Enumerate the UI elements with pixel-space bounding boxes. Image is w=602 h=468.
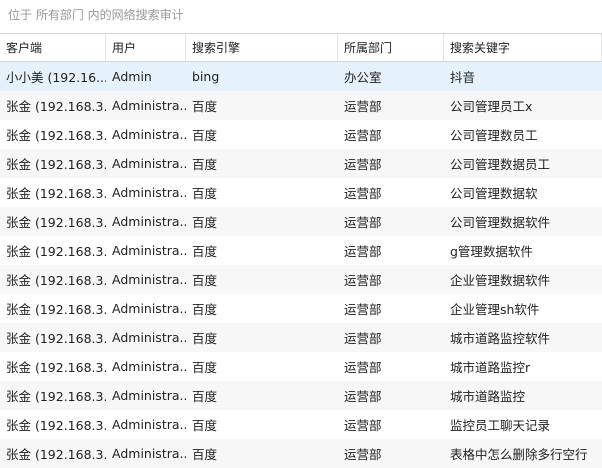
table-row[interactable]: 张金 (192.168.3... Administra... 百度 运营部 城市道路监控 [0, 381, 602, 410]
cell-search-engine: 百度 [192, 389, 218, 404]
cell-client: 张金 (192.168.3... [6, 302, 106, 317]
cell-keyword: 城市道路监控 [450, 389, 526, 404]
cell-department: 运营部 [344, 215, 382, 230]
cell-keyword: 公司管理员工x [450, 99, 533, 114]
cell-client: 张金 (192.168.3... [6, 157, 106, 172]
cell-department: 运营部 [344, 128, 382, 143]
cell-user: Administra... [112, 156, 186, 171]
cell-keyword: 抖音 [450, 70, 476, 85]
table-row[interactable]: 张金 (192.168.3... Administra... 百度 运营部 城市道路监控… [0, 352, 602, 381]
cell-search-engine: bing [192, 69, 220, 84]
cell-client: 张金 (192.168.3... [6, 99, 106, 114]
table-row[interactable]: 张金 (192.168.3... Administra... 百度 运营部 公司管理数据… [0, 178, 602, 207]
cell-user: Administra... [112, 388, 186, 403]
table-row[interactable]: 张金 (192.168.3... Administra... 百度 运营部 监控员工聊天… [0, 410, 602, 439]
cell-user: Administra... [112, 417, 186, 432]
cell-department: 运营部 [344, 360, 382, 375]
cell-user: Administra... [112, 446, 186, 461]
cell-search-engine: 百度 [192, 186, 218, 201]
cell-client: 张金 (192.168.3... [6, 360, 106, 375]
cell-keyword: 城市道路监控r [450, 360, 531, 375]
cell-client: 小小美 (192.16... [6, 70, 106, 85]
cell-user: Administra... [112, 98, 186, 113]
cell-search-engine: 百度 [192, 273, 218, 288]
cell-keyword: 城市道路监控软件 [450, 331, 551, 346]
cell-search-engine: 百度 [192, 360, 218, 375]
table-row[interactable]: 张金 (192.168.3... Administra... 百度 运营部 企业管理数据… [0, 265, 602, 294]
cell-search-engine: 百度 [192, 99, 218, 114]
search-audit-table: 客户端 用户 搜索引擎 所属部门 搜索关键字 小小美 (192.16... Adm… [0, 33, 602, 468]
location-breadcrumb: 位于 所有部门 内的网络搜索审计 [0, 0, 602, 32]
cell-department: 运营部 [344, 157, 382, 172]
cell-search-engine: 百度 [192, 128, 218, 143]
table-row[interactable]: 张金 (192.168.3... Administra... 百度 运营部 g管理数据软… [0, 236, 602, 265]
cell-keyword: 企业管理sh软件 [450, 302, 540, 317]
cell-keyword: 企业管理数据软件 [450, 273, 551, 288]
cell-department: 运营部 [344, 418, 382, 433]
cell-client: 张金 (192.168.3... [6, 331, 106, 346]
column-header-search-engine[interactable]: 搜索引擎 [186, 34, 338, 61]
cell-user: Administra... [112, 185, 186, 200]
cell-keyword: 公司管理数据软 [450, 186, 538, 201]
cell-keyword: 公司管理数据软件 [450, 215, 551, 230]
table-row[interactable]: 张金 (192.168.3... Administra... 百度 运营部 企业管理sh… [0, 294, 602, 323]
cell-department: 运营部 [344, 186, 382, 201]
cell-search-engine: 百度 [192, 215, 218, 230]
table-row[interactable]: 张金 (192.168.3... Administra... 百度 运营部 公司管理数据… [0, 149, 602, 178]
cell-client: 张金 (192.168.3... [6, 447, 106, 462]
cell-department: 运营部 [344, 273, 382, 288]
cell-department: 办公室 [344, 70, 382, 85]
cell-user: Administra... [112, 330, 186, 345]
cell-search-engine: 百度 [192, 331, 218, 346]
cell-client: 张金 (192.168.3... [6, 244, 106, 259]
column-header-keyword[interactable]: 搜索关键字 [444, 34, 602, 61]
column-header-department[interactable]: 所属部门 [338, 34, 444, 61]
cell-keyword: g管理数据软件 [450, 244, 533, 259]
cell-user: Administra... [112, 359, 186, 374]
cell-department: 运营部 [344, 331, 382, 346]
cell-department: 运营部 [344, 302, 382, 317]
table-row[interactable]: 张金 (192.168.3... Administra... 百度 运营部 公司管理员工… [0, 91, 602, 120]
cell-user: Administra... [112, 214, 186, 229]
cell-search-engine: 百度 [192, 447, 218, 462]
cell-user: Administra... [112, 127, 186, 142]
cell-search-engine: 百度 [192, 302, 218, 317]
column-header-user[interactable]: 用户 [106, 34, 186, 61]
cell-department: 运营部 [344, 99, 382, 114]
cell-keyword: 公司管理数据员工 [450, 157, 551, 172]
cell-search-engine: 百度 [192, 418, 218, 433]
table-row[interactable]: 张金 (192.168.3... Administra... 百度 运营部 城市道路监控… [0, 323, 602, 352]
column-header-client[interactable]: 客户端 [0, 34, 106, 61]
cell-client: 张金 (192.168.3... [6, 186, 106, 201]
table-header: 客户端 用户 搜索引擎 所属部门 搜索关键字 [0, 34, 602, 62]
cell-user: Admin [112, 69, 152, 84]
cell-client: 张金 (192.168.3... [6, 128, 106, 143]
cell-department: 运营部 [344, 447, 382, 462]
cell-client: 张金 (192.168.3... [6, 389, 106, 404]
cell-keyword: 监控员工聊天记录 [450, 418, 551, 433]
cell-user: Administra... [112, 243, 186, 258]
cell-keyword: 公司管理数员工 [450, 128, 538, 143]
cell-search-engine: 百度 [192, 157, 218, 172]
cell-client: 张金 (192.168.3... [6, 273, 106, 288]
cell-user: Administra... [112, 272, 186, 287]
cell-user: Administra... [112, 301, 186, 316]
cell-keyword: 表格中怎么删除多行空行 [450, 447, 588, 462]
table-row[interactable]: 张金 (192.168.3... Administra... 百度 运营部 公司管理数员… [0, 120, 602, 149]
cell-client: 张金 (192.168.3... [6, 418, 106, 433]
table-row[interactable]: 小小美 (192.16... Admin bing 办公室 抖音 [0, 62, 602, 91]
cell-client: 张金 (192.168.3... [6, 215, 106, 230]
cell-department: 运营部 [344, 389, 382, 404]
table-row[interactable]: 张金 (192.168.3... Administra... 百度 运营部 表格中怎么删… [0, 439, 602, 468]
cell-department: 运营部 [344, 244, 382, 259]
table-row[interactable]: 张金 (192.168.3... Administra... 百度 运营部 公司管理数据… [0, 207, 602, 236]
cell-search-engine: 百度 [192, 244, 218, 259]
